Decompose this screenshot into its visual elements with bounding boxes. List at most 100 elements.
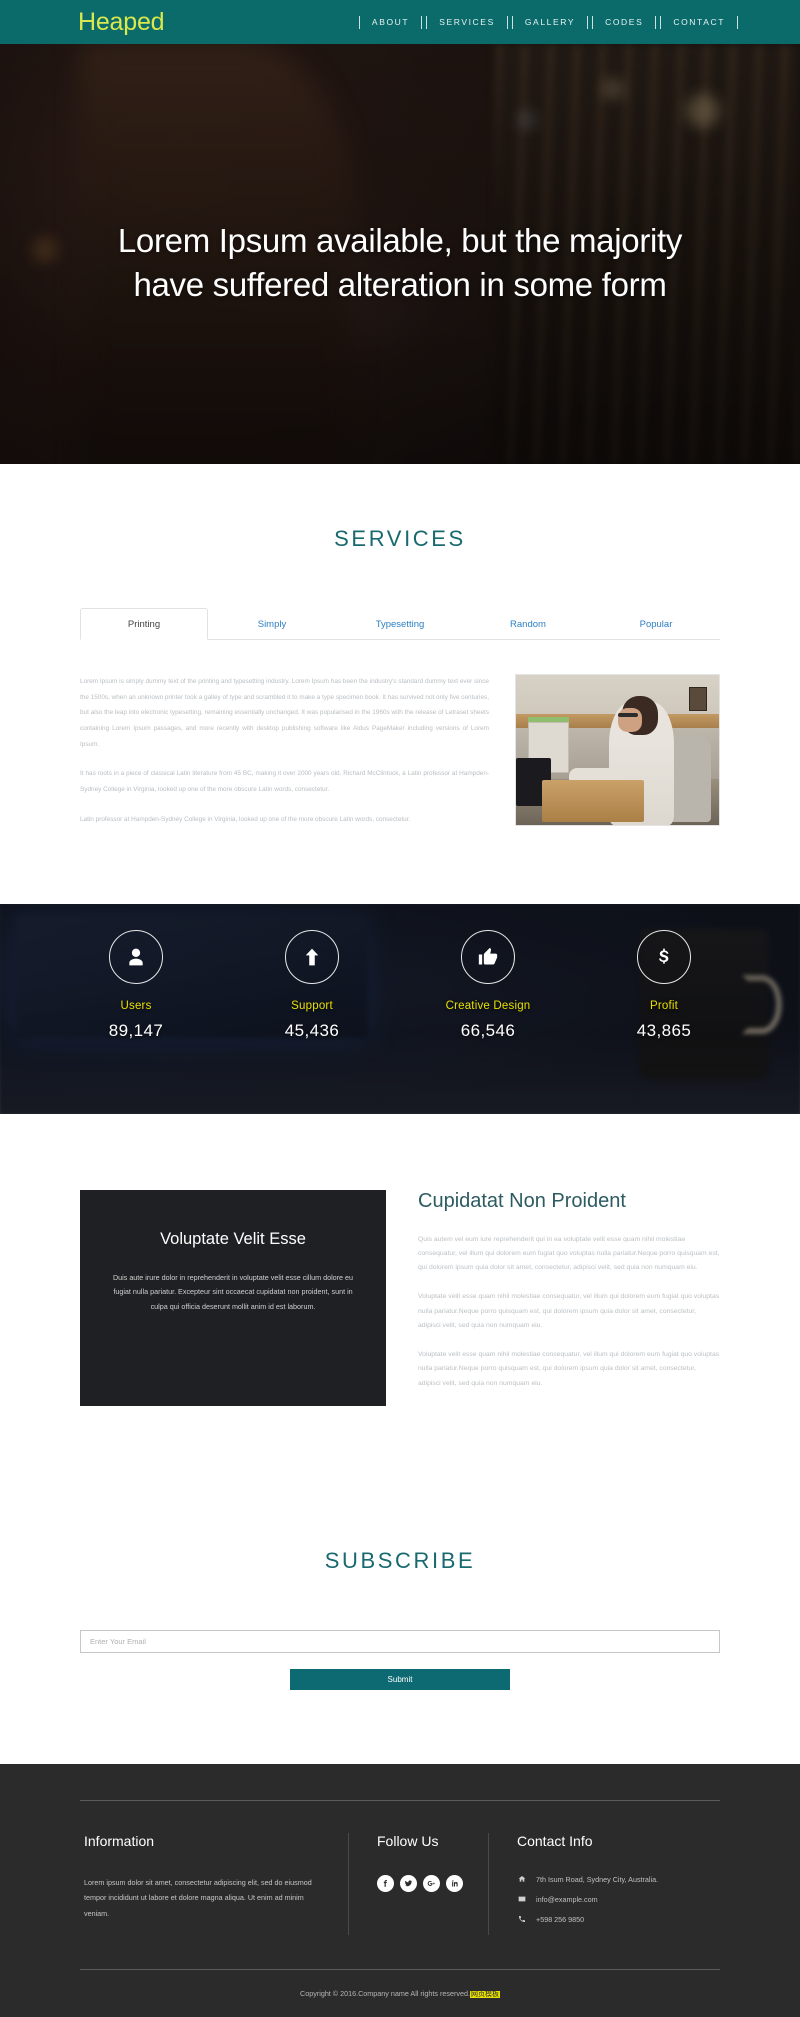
contact-email-line[interactable]: info@example.com bbox=[517, 1895, 716, 1904]
nav-divider-icon bbox=[358, 15, 360, 29]
footer-contact-heading: Contact Info bbox=[517, 1832, 593, 1849]
stats-row: Users 89,147 Support 45,436 Creative Des… bbox=[0, 904, 800, 1041]
stat-profit: Profit 43,865 bbox=[610, 929, 718, 1041]
contact-address-text: 7th Isum Road, Sydney City, Australia. bbox=[536, 1874, 659, 1884]
tab-typesetting[interactable]: Typesetting bbox=[336, 608, 464, 640]
stat-label-profit: Profit bbox=[649, 999, 679, 1012]
nav-divider-icon bbox=[655, 15, 657, 29]
stat-value-support: 45,436 bbox=[284, 1020, 340, 1040]
envelope-icon bbox=[517, 1895, 527, 1903]
about-paragraph-3: Voluptate velit esse quam nihil molestia… bbox=[418, 1351, 720, 1387]
stat-value-users: 89,147 bbox=[108, 1020, 164, 1040]
about-card-title: Voluptate Velit Esse bbox=[160, 1229, 306, 1248]
about-heading: Cupidatat Non Proident bbox=[418, 1189, 626, 1212]
nav-item-codes[interactable]: CODES bbox=[595, 17, 653, 27]
linkedin-icon[interactable] bbox=[446, 1874, 463, 1892]
about-container: Voluptate Velit Esse Duis aute irure dol… bbox=[80, 1189, 720, 1406]
facebook-icon[interactable] bbox=[377, 1874, 394, 1892]
copyright-watermark: 网页模板 bbox=[469, 1990, 500, 1998]
stat-users: Users 89,147 bbox=[82, 929, 190, 1041]
footer-column-information: Information Lorem ipsum dolor sit amet, … bbox=[80, 1833, 348, 1935]
copyright-bar: Copyright © 2016.Company name All rights… bbox=[80, 1968, 720, 2017]
hero-title: Lorem Ipsum available, but the majority … bbox=[117, 219, 683, 306]
office-photo-illustration bbox=[516, 675, 719, 825]
thumbs-up-icon bbox=[461, 929, 515, 984]
phone-icon bbox=[517, 1915, 527, 1923]
contact-email-text: info@example.com bbox=[536, 1894, 598, 1904]
hero-content: Lorem Ipsum available, but the majority … bbox=[0, 44, 800, 464]
user-icon bbox=[109, 929, 163, 984]
services-container: Printing Simply Typesetting Random Popul… bbox=[80, 608, 720, 842]
footer-information-text: Lorem ipsum dolor sit amet, consectetur … bbox=[84, 1877, 312, 1918]
about-section: Voluptate Velit Esse Duis aute irure dol… bbox=[0, 1113, 800, 1486]
footer-information-heading: Information bbox=[84, 1832, 155, 1849]
email-input[interactable] bbox=[80, 1629, 720, 1653]
google-plus-icon[interactable] bbox=[423, 1874, 440, 1892]
submit-button[interactable]: Submit bbox=[290, 1668, 510, 1690]
nav-divider-icon bbox=[592, 15, 594, 29]
hero-title-line-2: have suffered alteration in some form bbox=[133, 265, 667, 303]
home-icon bbox=[517, 1875, 527, 1883]
site-footer: Information Lorem ipsum dolor sit amet, … bbox=[0, 1763, 800, 2017]
dollar-icon bbox=[637, 929, 691, 984]
about-paragraph-2: Voluptate velit esse quam nihil molestia… bbox=[418, 1293, 720, 1329]
services-tablist: Printing Simply Typesetting Random Popul… bbox=[80, 608, 720, 640]
nav-divider-icon bbox=[587, 15, 589, 29]
nav-item-contact[interactable]: CONTACT bbox=[663, 17, 735, 27]
stat-value-creative-design: 66,546 bbox=[460, 1020, 516, 1040]
nav-item-services[interactable]: SERVICES bbox=[429, 17, 505, 27]
site-header: Heaped ABOUT SERVICES GALLERY CODES CONT… bbox=[0, 0, 800, 44]
nav-item-about[interactable]: ABOUT bbox=[362, 17, 419, 27]
contact-phone-text: +598 256 9850 bbox=[536, 1914, 585, 1924]
nav-divider-icon bbox=[506, 15, 508, 29]
footer-columns: Information Lorem ipsum dolor sit amet, … bbox=[80, 1801, 720, 1969]
about-dark-card: Voluptate Velit Esse Duis aute irure dol… bbox=[80, 1189, 386, 1406]
services-section: SERVICES Printing Simply Typesetting Ran… bbox=[0, 464, 800, 904]
services-paragraph-2: It has roots in a piece of classical Lat… bbox=[80, 770, 489, 794]
about-text-block: Cupidatat Non Proident Quis autem vel eu… bbox=[418, 1190, 720, 1406]
twitter-icon[interactable] bbox=[400, 1874, 417, 1892]
social-links bbox=[377, 1874, 484, 1892]
footer-inner: Information Lorem ipsum dolor sit amet, … bbox=[80, 1799, 720, 2017]
stat-label-users: Users bbox=[120, 999, 152, 1012]
about-paragraph-1: Quis autem vel eum iure reprehenderit qu… bbox=[418, 1235, 720, 1272]
footer-follow-heading: Follow Us bbox=[377, 1832, 439, 1849]
subscribe-form: Submit bbox=[80, 1629, 720, 1690]
stats-section: Users 89,147 Support 45,436 Creative Des… bbox=[0, 903, 800, 1114]
nav-item-gallery[interactable]: GALLERY bbox=[515, 17, 585, 27]
contact-phone-line[interactable]: +598 256 9850 bbox=[517, 1915, 716, 1924]
about-row: Voluptate Velit Esse Duis aute irure dol… bbox=[80, 1189, 720, 1406]
services-paragraph-1: Lorem Ipsum is simply dummy text of the … bbox=[80, 678, 489, 748]
stat-label-creative-design: Creative Design bbox=[445, 999, 531, 1012]
tab-simply[interactable]: Simply bbox=[208, 608, 336, 640]
tab-random[interactable]: Random bbox=[464, 608, 592, 640]
nav-divider-icon bbox=[421, 15, 423, 29]
services-paragraph-3: Latin professor at Hampden-Sydney Colleg… bbox=[80, 815, 411, 823]
nav-divider-icon bbox=[426, 15, 428, 29]
tab-popular[interactable]: Popular bbox=[592, 608, 720, 640]
contact-address-line: 7th Isum Road, Sydney City, Australia. bbox=[517, 1875, 716, 1884]
stat-label-support: Support bbox=[291, 999, 333, 1012]
about-card-text: Duis aute irure dolor in reprehenderit i… bbox=[112, 1272, 354, 1312]
submit-button-wrap: Submit bbox=[80, 1668, 720, 1690]
hero-banner: Lorem Ipsum available, but the majority … bbox=[0, 44, 800, 464]
hero-title-line-1: Lorem Ipsum available, but the majority bbox=[117, 222, 683, 259]
tab-printing[interactable]: Printing bbox=[80, 608, 208, 640]
stat-value-profit: 43,865 bbox=[636, 1020, 692, 1040]
services-text-block: Lorem Ipsum is simply dummy text of the … bbox=[80, 674, 489, 842]
main-navigation: ABOUT SERVICES GALLERY CODES CONTACT bbox=[357, 15, 768, 29]
nav-divider-icon bbox=[511, 15, 513, 29]
subscribe-title: SUBSCRIBE bbox=[324, 1547, 476, 1573]
subscribe-section: SUBSCRIBE Submit bbox=[0, 1485, 800, 1764]
services-title: SERVICES bbox=[334, 526, 466, 551]
nav-divider-icon bbox=[660, 15, 662, 29]
services-image bbox=[515, 674, 720, 826]
footer-column-contact: Contact Info 7th Isum Road, Sydney City,… bbox=[488, 1832, 720, 1935]
copyright-text: Copyright © 2016.Company name All rights… bbox=[300, 1988, 470, 1998]
nav-divider-icon bbox=[737, 15, 738, 29]
arrow-up-icon bbox=[285, 929, 339, 984]
services-tab-panel: Lorem Ipsum is simply dummy text of the … bbox=[80, 640, 720, 842]
stat-support: Support 45,436 bbox=[258, 929, 366, 1041]
site-logo[interactable]: Heaped bbox=[78, 9, 165, 35]
footer-column-follow: Follow Us bbox=[348, 1832, 488, 1935]
